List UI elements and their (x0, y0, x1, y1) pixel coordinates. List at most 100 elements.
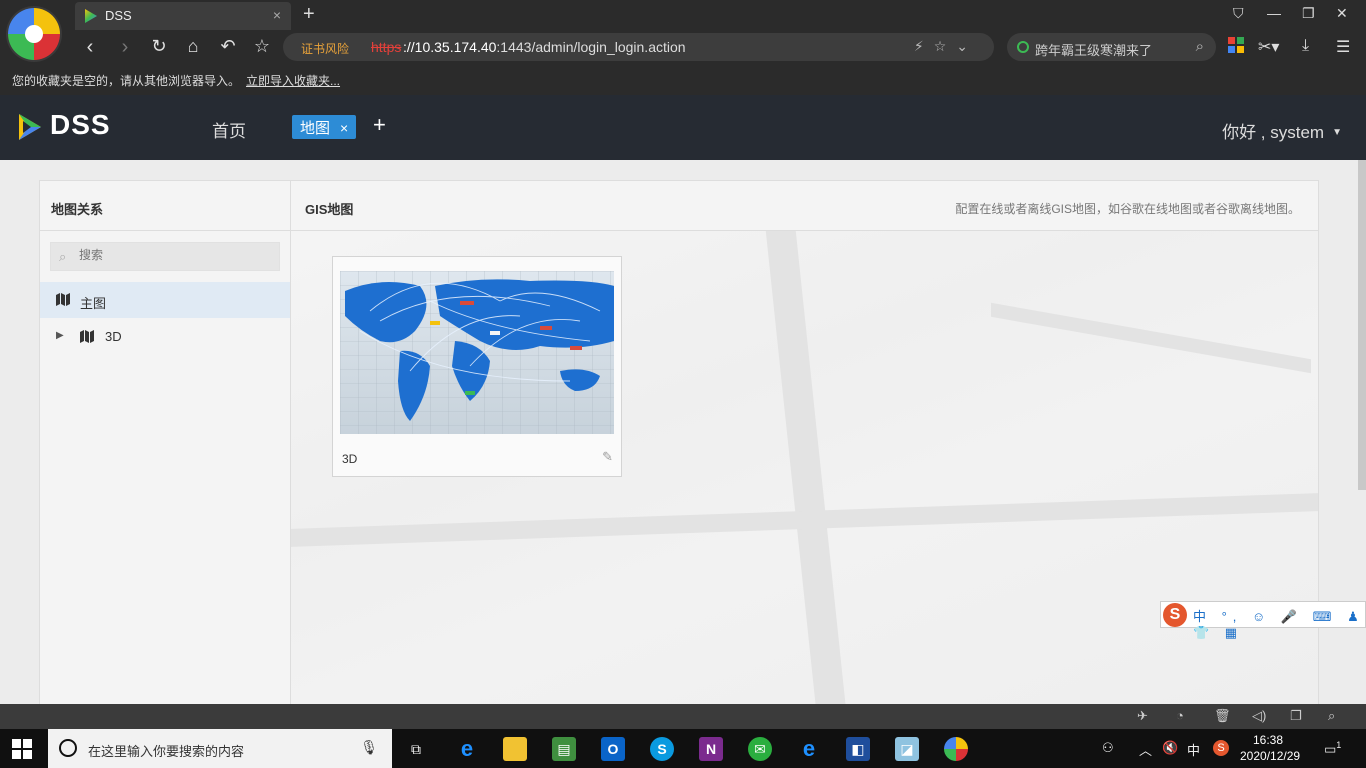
search-icon: ⌕ (59, 249, 67, 264)
trash-icon[interactable]: 🗑 (1214, 708, 1231, 724)
tree-item-3d[interactable]: ▶ 3D (40, 318, 290, 354)
edit-pencil-icon[interactable]: ✎ (602, 449, 613, 465)
tree-search[interactable]: ⌕ (50, 242, 280, 271)
cortana-icon (59, 739, 77, 757)
menu-icon[interactable]: ☰ (1336, 37, 1350, 57)
browser-search-box[interactable]: 跨年霸王级寒潮来了 ⌕ (1007, 33, 1216, 61)
volume-icon[interactable]: ◁) (1252, 708, 1266, 724)
gis-map-panel: GIS地图 配置在线或者离线GIS地图，如谷歌在线地图或者谷歌离线地图。 3D … (290, 180, 1319, 711)
speaker-mute-icon[interactable]: 🔇 (1162, 740, 1178, 756)
microphone-icon[interactable]: 🎙 (360, 739, 378, 756)
tree-item-main-map[interactable]: 主图 (40, 282, 290, 318)
user-menu[interactable]: 你好 , system ▼ (1222, 118, 1342, 143)
gis-header: GIS地图 配置在线或者离线GIS地图，如谷歌在线地图或者谷歌离线地图。 (291, 181, 1318, 231)
expand-arrow-icon[interactable]: ▶ (56, 330, 64, 341)
gis-title: GIS地图 (305, 202, 354, 217)
forward-icon[interactable]: › (113, 36, 137, 59)
windows-start-icon[interactable] (12, 739, 32, 759)
tool-app-icon[interactable]: ◪ (895, 737, 919, 761)
blue-app-icon[interactable]: ◧ (846, 737, 870, 761)
system-clock[interactable]: 16:38 2020/12/29 (1240, 732, 1301, 764)
browser-logo-icon[interactable] (8, 8, 60, 60)
tree-item-label: 3D (105, 329, 122, 344)
search-icon[interactable]: ⌕ (1196, 38, 1204, 55)
file-explorer-icon[interactable] (503, 737, 527, 761)
sogou-tray-icon[interactable]: S (1213, 740, 1229, 756)
browser-taskbar-icon[interactable] (944, 737, 968, 761)
apps-grid-icon[interactable] (1228, 37, 1244, 58)
app-logo-text: DSS (50, 109, 111, 140)
download-icon[interactable]: ⤓ (1302, 37, 1309, 55)
dss-logo-icon (19, 114, 41, 140)
back-icon[interactable]: ‹ (78, 36, 102, 59)
window-icon[interactable]: ❐ (1290, 708, 1302, 724)
ime-lang-indicator[interactable]: 中 (1187, 740, 1200, 759)
people-icon[interactable]: ⚇ (1102, 740, 1114, 756)
url-path: :1443/admin/login_login.action (496, 39, 686, 55)
world-map-image (340, 271, 614, 434)
map-icon (56, 293, 70, 306)
clock-date: 2020/12/29 (1240, 749, 1301, 763)
scissors-icon[interactable]: ✂▾ (1258, 37, 1279, 57)
zoom-icon[interactable]: ⌕ (1328, 708, 1335, 724)
tab-close-icon[interactable]: × (273, 7, 281, 23)
map-card-3d[interactable]: 3D ✎ (332, 256, 622, 477)
gis-description: 配置在线或者离线GIS地图，如谷歌在线地图或者谷歌离线地图。 (955, 202, 1300, 216)
cert-warning[interactable]: 证书风险 (301, 40, 349, 57)
dropdown-icon[interactable]: ⌄ (956, 38, 978, 54)
internet-explorer-icon[interactable]: e (797, 737, 821, 761)
home-icon[interactable]: ⌂ (181, 36, 205, 57)
nav-tab-map[interactable]: 地图 × (292, 115, 357, 139)
user-greeting: 你好 , system (1222, 123, 1325, 142)
minimize-icon[interactable]: — (1267, 5, 1281, 21)
onenote-icon[interactable]: N (699, 737, 723, 761)
bookmark-bar: 您的收藏夹是空的，请从其他浏览器导入。 立即导入收藏夹... (12, 72, 340, 89)
clock-time: 16:38 (1252, 733, 1284, 747)
rocket-icon[interactable]: ✈ (1137, 708, 1148, 724)
lightning-icon[interactable]: ⚡ (914, 38, 934, 54)
taskbar-search[interactable]: 在这里输入你要搜索的内容 🎙 (48, 729, 392, 768)
tree-search-input[interactable] (79, 248, 269, 262)
speed-icon[interactable]: ◔ (1176, 708, 1184, 723)
page-scrollbar[interactable] (1358, 160, 1366, 490)
search-suggestion[interactable]: 跨年霸王级寒潮来了 (1035, 40, 1152, 59)
import-bookmarks-link[interactable]: 立即导入收藏夹... (246, 74, 340, 88)
skype-icon[interactable]: S (650, 737, 674, 761)
bookmark-star-icon[interactable]: ☆ (250, 36, 274, 57)
tray-chevron-icon[interactable]: ︿ (1139, 740, 1152, 759)
browser-tab-dss[interactable]: DSS × (75, 2, 291, 30)
new-tab-button[interactable]: + (303, 3, 315, 26)
outlook-icon[interactable]: O (601, 737, 625, 761)
taskbar-search-placeholder[interactable]: 在这里输入你要搜索的内容 (88, 741, 244, 760)
notification-icon[interactable]: ▭1 (1324, 740, 1341, 757)
nav-tab-close-icon[interactable]: × (340, 120, 348, 136)
address-bar[interactable]: 证书风险 https ://10.35.174.40:1443/admin/lo… (283, 33, 994, 61)
caret-down-icon: ▼ (1332, 127, 1342, 138)
undo-icon[interactable]: ↶ (216, 36, 240, 57)
close-window-icon[interactable]: ✕ (1336, 5, 1348, 22)
reload-icon[interactable]: ↻ (147, 36, 171, 57)
address-actions[interactable]: ⚡☆⌄ (914, 38, 978, 55)
edge-icon[interactable]: e (455, 737, 479, 761)
notification-count: 1 (1336, 740, 1342, 750)
browser-chrome: DSS × + ⛉ — ❐ ✕ ‹ › ↻ ⌂ ↶ ☆ 证书风险 https :… (0, 0, 1366, 95)
sogou-ime-icon[interactable]: S (1163, 603, 1187, 627)
add-tab-button[interactable]: + (373, 112, 386, 138)
task-view-icon[interactable]: ⧉ (404, 737, 428, 761)
tree-item-label: 主图 (80, 296, 107, 311)
ime-toolbar[interactable]: S 中 °, ☺ 🎤 ⌨ ♟ 👕 ▦ (1160, 601, 1366, 640)
chart-app-icon[interactable]: ▤ (552, 737, 576, 761)
background-road (991, 302, 1311, 374)
restore-icon[interactable]: ❐ (1302, 5, 1315, 22)
favorite-icon[interactable]: ☆ (934, 38, 957, 54)
map-thumbnail[interactable] (340, 271, 614, 434)
map-card-caption: 3D (342, 452, 358, 466)
nav-home[interactable]: 首页 (212, 117, 246, 142)
background-road (765, 231, 847, 711)
ime-tools[interactable]: 中 °, ☺ 🎤 ⌨ ♟ 👕 ▦ (1193, 606, 1365, 641)
left-panel-title: 地图关系 (40, 181, 290, 231)
url-scheme: https (371, 39, 402, 55)
skin-icon[interactable]: ⛉ (1233, 5, 1244, 22)
bookmark-empty-message: 您的收藏夹是空的，请从其他浏览器导入。 (12, 74, 241, 88)
wechat-icon[interactable]: ✉ (748, 737, 772, 761)
